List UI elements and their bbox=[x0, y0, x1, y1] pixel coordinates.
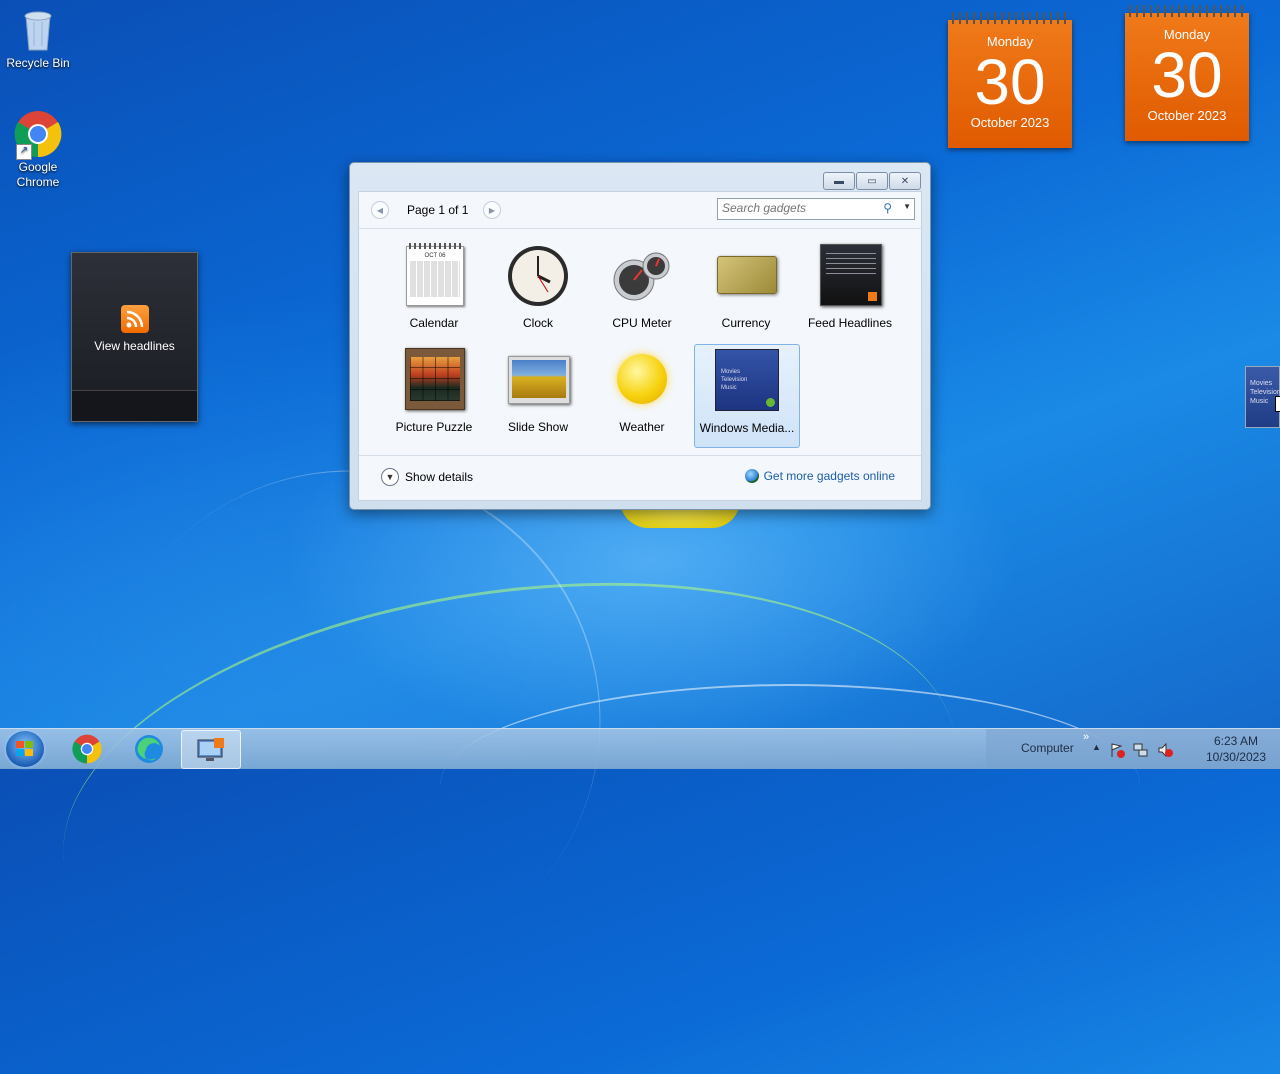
taskbar-edge[interactable] bbox=[120, 730, 178, 767]
calendar-day: 30 bbox=[1151, 39, 1223, 111]
chevron-down-icon[interactable]: ▼ bbox=[903, 202, 911, 211]
gadget-calendar[interactable]: OCT 06 Calendar bbox=[382, 240, 486, 342]
volume-muted-icon[interactable] bbox=[1157, 742, 1173, 761]
globe-icon bbox=[744, 469, 759, 483]
calendar-rings bbox=[952, 12, 1068, 24]
chevron-down-icon: ▼ bbox=[381, 468, 399, 486]
chrome-icon bbox=[72, 734, 102, 763]
taskbar-gadgets[interactable] bbox=[181, 730, 241, 769]
calendar-day: 30 bbox=[974, 46, 1046, 118]
gallery-toolbar: ◀ Page 1 of 1 ▶ ⚲ ▼ bbox=[359, 192, 921, 229]
show-details-label: Show details bbox=[405, 470, 474, 484]
media-thumb-line: Music bbox=[721, 385, 737, 391]
media-thumb-line: Television bbox=[721, 377, 748, 383]
close-button[interactable]: ✕ bbox=[889, 172, 921, 190]
gadget-label: Weather bbox=[619, 420, 665, 434]
show-details-button[interactable]: ▼ Show details bbox=[381, 468, 473, 486]
slide-show-icon bbox=[506, 348, 570, 412]
gadget-weather[interactable]: Weather bbox=[590, 344, 694, 446]
recycle-bin-icon bbox=[14, 6, 62, 54]
weather-icon bbox=[610, 348, 674, 412]
clock-icon bbox=[506, 244, 570, 308]
media-thumb-line: Movies bbox=[721, 369, 741, 375]
gadget-label: Currency bbox=[721, 316, 771, 330]
chrome-icon: ↗ bbox=[14, 110, 62, 160]
gadgets-gallery-window: ▬ ▭ ✕ ◀ Page 1 of 1 ▶ ⚲ ▼ OCT 06 bbox=[349, 162, 931, 510]
gadget-cpu-meter[interactable]: CPU Meter bbox=[590, 240, 694, 342]
gallery-footer: ▼ Show details Get more gadgets online bbox=[359, 455, 921, 500]
search-icon[interactable]: ⚲ bbox=[883, 201, 892, 215]
gadget-label: CPU Meter bbox=[612, 316, 672, 330]
next-page-button[interactable]: ▶ bbox=[483, 201, 501, 219]
search-input[interactable] bbox=[718, 199, 876, 217]
get-more-gadgets-link[interactable]: Get more gadgets online bbox=[744, 469, 895, 483]
minimize-button[interactable]: ▬ bbox=[823, 172, 855, 190]
gadget-label: Clock bbox=[522, 316, 553, 330]
calendar-rings bbox=[1129, 5, 1245, 17]
shortcut-arrow-icon: ↗ bbox=[16, 144, 32, 160]
computer-toolbar-label[interactable]: Computer bbox=[1021, 741, 1074, 755]
show-hidden-icons-icon[interactable]: ▲ bbox=[1092, 742, 1101, 752]
gadget-label: Picture Puzzle bbox=[395, 420, 473, 434]
currency-icon bbox=[714, 244, 778, 308]
gadget-label: Slide Show bbox=[507, 420, 569, 434]
action-center-flag-icon[interactable] bbox=[1109, 742, 1125, 761]
feed-headlines-icon bbox=[818, 244, 882, 308]
gadget-picture-puzzle[interactable]: Picture Puzzle bbox=[382, 344, 486, 446]
desktop-icon-chrome[interactable]: ↗ Google Chrome bbox=[0, 110, 76, 190]
taskbar-chrome[interactable] bbox=[58, 730, 116, 767]
gadget-clock[interactable]: Clock bbox=[486, 240, 590, 342]
prev-page-button[interactable]: ◀ bbox=[371, 201, 389, 219]
gadget-feed-headlines[interactable]: Feed Headlines bbox=[798, 240, 902, 342]
wallpaper-swoosh bbox=[440, 684, 1140, 886]
rss-icon bbox=[120, 305, 149, 333]
feed-gadget-footer bbox=[72, 390, 197, 421]
page-indicator: Page 1 of 1 bbox=[407, 203, 469, 217]
start-button[interactable] bbox=[6, 731, 44, 767]
calendar-month-year: October 2023 bbox=[970, 115, 1050, 130]
wallpaper-swoosh bbox=[34, 529, 986, 1074]
calendar-icon: OCT 06 bbox=[402, 243, 466, 308]
desktop-icon-label: Google Chrome bbox=[16, 160, 60, 189]
edge-icon bbox=[135, 734, 163, 763]
search-box: ⚲ ▼ bbox=[717, 198, 915, 220]
clock-time: 6:23 AM bbox=[1213, 734, 1258, 748]
gadget-label: Feed Headlines bbox=[807, 316, 893, 330]
taskbar: » Computer ▲ 6:23 AM 10/30/2023 bbox=[0, 728, 1280, 769]
desktop-icon-label: Recycle Bin bbox=[6, 56, 70, 70]
mouse-cursor-icon bbox=[1275, 396, 1280, 412]
gadget-slide-show[interactable]: Slide Show bbox=[486, 344, 590, 446]
gadget-currency[interactable]: Currency bbox=[694, 240, 798, 342]
gadgets-icon bbox=[197, 737, 224, 761]
calendar-month-year: October 2023 bbox=[1147, 108, 1227, 123]
desktop-icon-recycle-bin[interactable]: Recycle Bin bbox=[0, 6, 76, 71]
restore-button[interactable]: ▭ bbox=[856, 172, 888, 190]
windows-media-center-icon: Movies Television Music bbox=[715, 349, 779, 413]
calendar-gadget[interactable]: Monday 30 October 2023 bbox=[1125, 5, 1249, 141]
window-controls: ▬ ▭ ✕ bbox=[823, 172, 921, 190]
get-more-label: Get more gadgets online bbox=[763, 469, 895, 483]
picture-puzzle-icon bbox=[402, 348, 466, 412]
gadget-windows-media-center[interactable]: Movies Television Music Windows Media... bbox=[694, 344, 800, 448]
system-clock[interactable]: 6:23 AM 10/30/2023 bbox=[1206, 733, 1266, 765]
notification-area: » Computer ▲ 6:23 AM 10/30/2023 bbox=[986, 729, 1280, 769]
windows-logo-icon bbox=[16, 741, 33, 756]
toolbar-expand-icon[interactable]: » bbox=[1083, 731, 1089, 743]
calendar-gadget[interactable]: Monday 30 October 2023 bbox=[948, 12, 1072, 148]
gadget-label: Windows Media... bbox=[699, 421, 795, 435]
gadget-label: Calendar bbox=[409, 316, 459, 330]
network-icon[interactable] bbox=[1133, 742, 1149, 761]
clock-date: 10/30/2023 bbox=[1205, 750, 1266, 764]
cpu-meter-icon bbox=[610, 244, 674, 308]
gallery-content: ◀ Page 1 of 1 ▶ ⚲ ▼ OCT 06 Calendar bbox=[358, 191, 922, 501]
media-thumb-line: Movies bbox=[1250, 380, 1273, 387]
calendar-thumb-month: OCT 06 bbox=[424, 253, 446, 259]
feed-headlines-gadget[interactable]: View headlines bbox=[71, 252, 198, 422]
view-headlines-label[interactable]: View headlines bbox=[72, 339, 197, 353]
